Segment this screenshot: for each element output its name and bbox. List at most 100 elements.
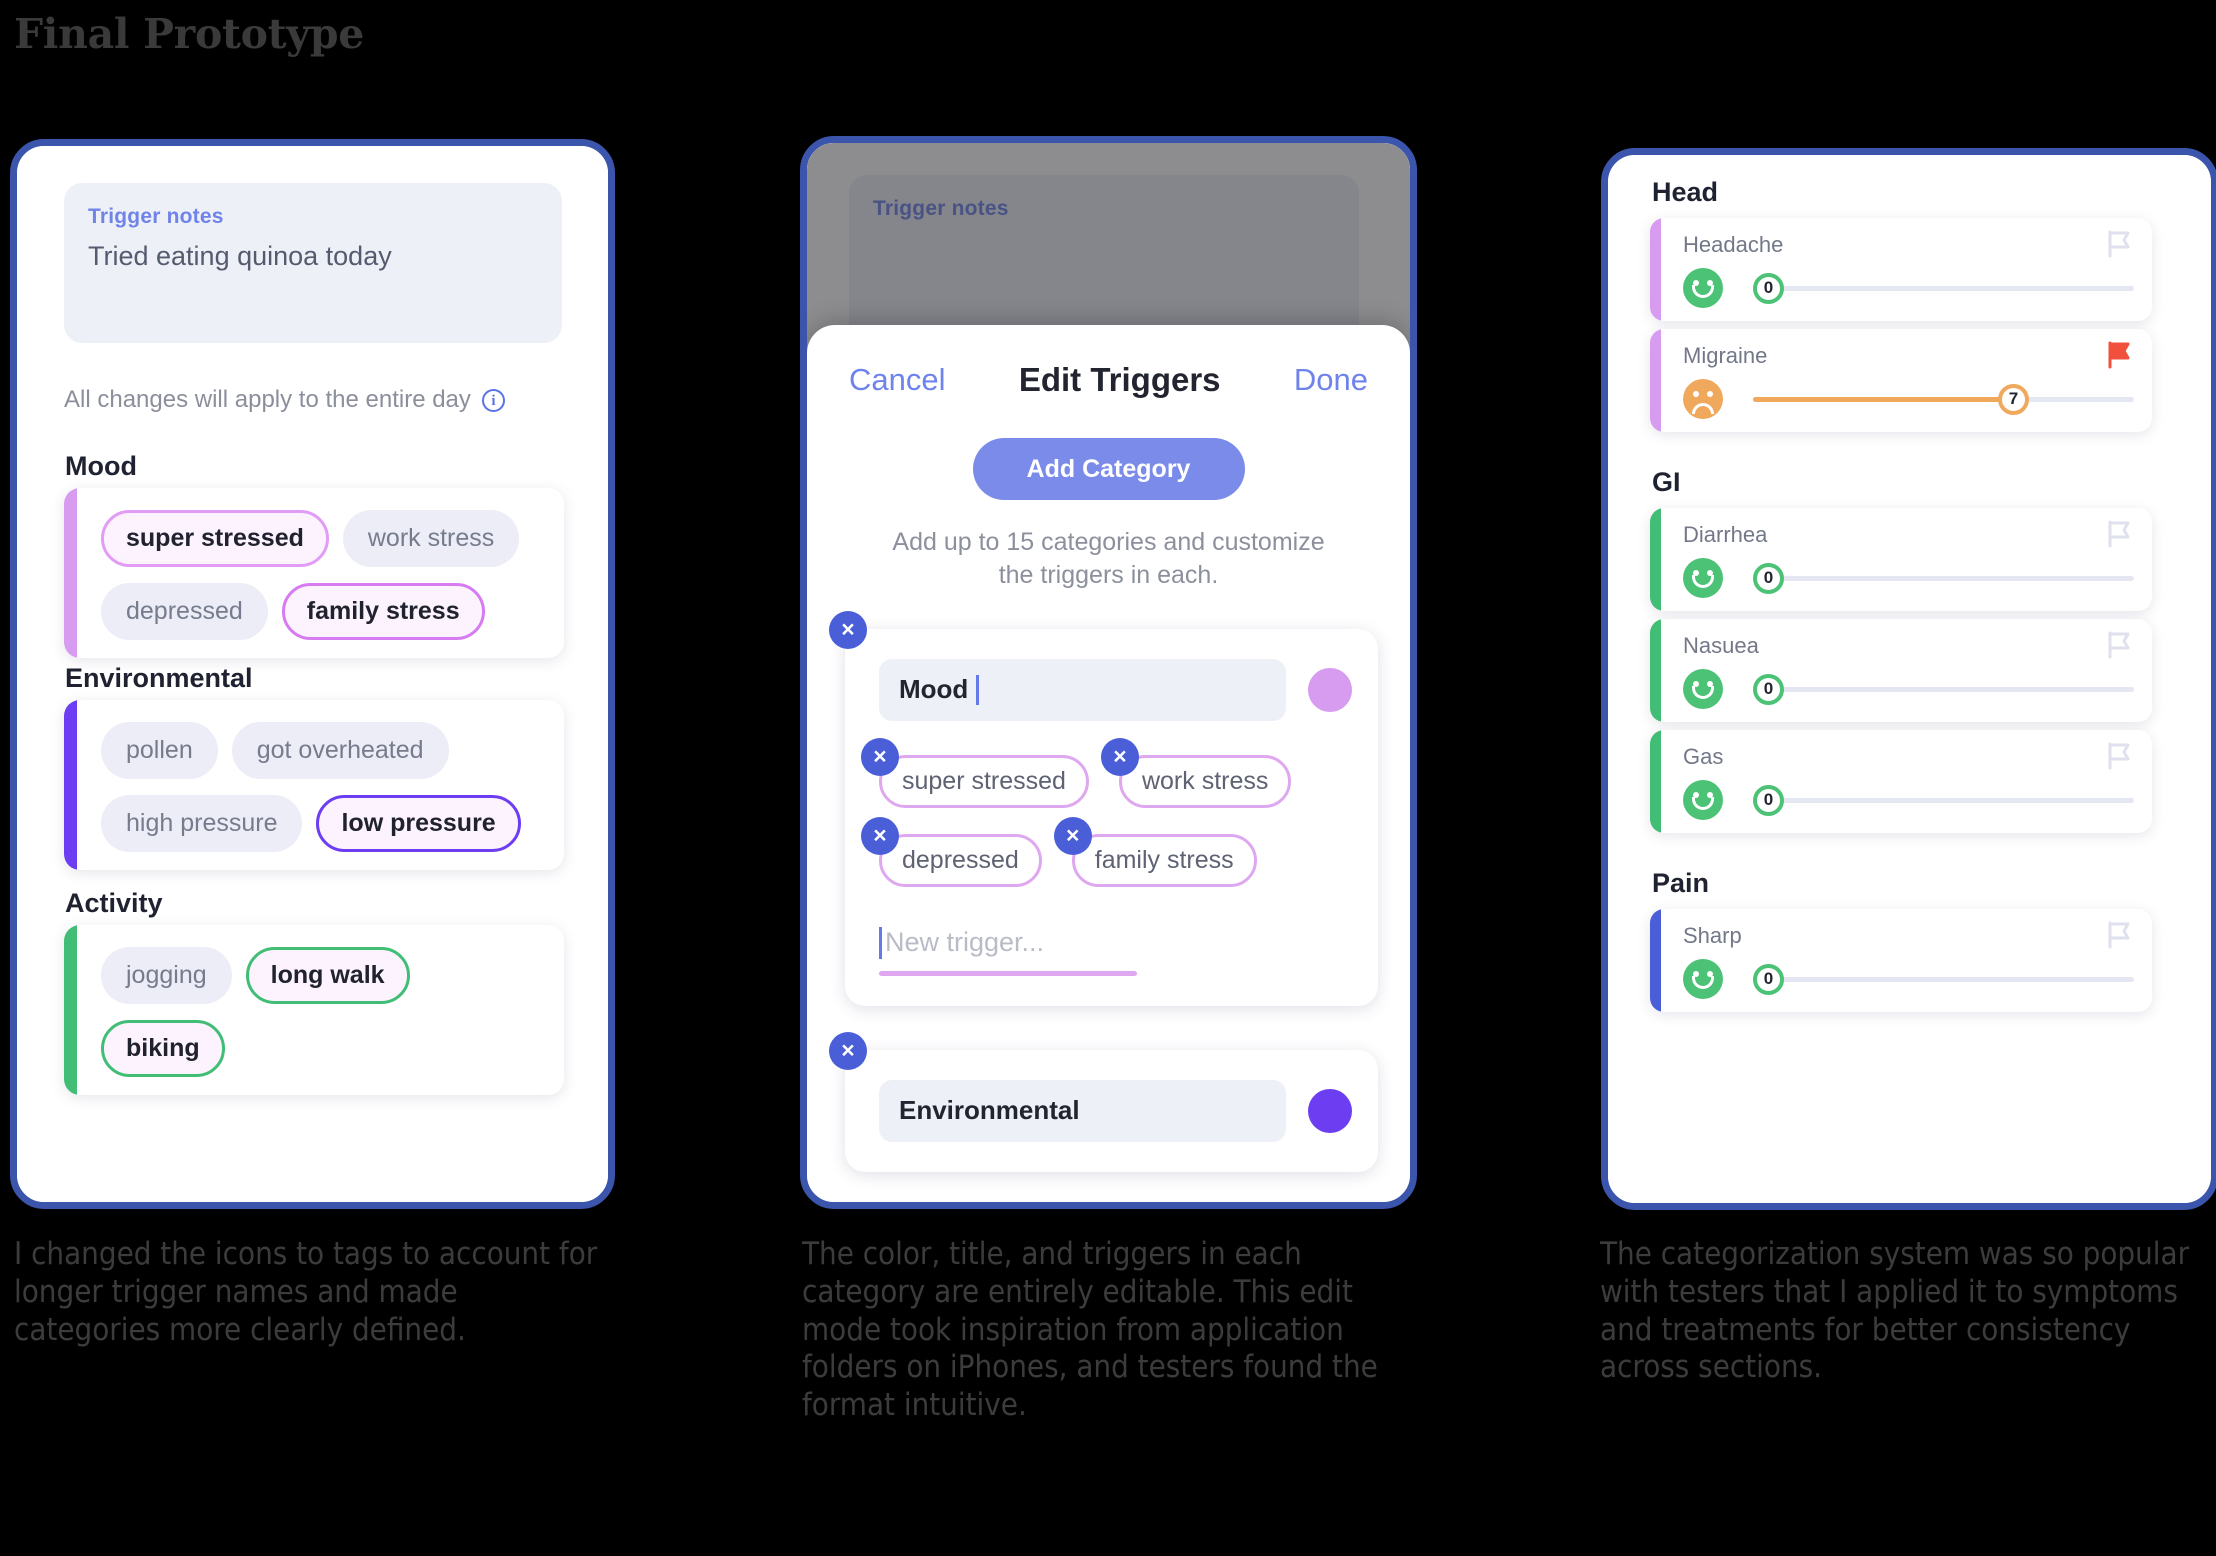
trigger-tag[interactable]: depressed xyxy=(101,583,268,640)
editable-trigger-tag[interactable]: super stressed xyxy=(879,754,1089,808)
editable-trigger-tag[interactable]: work stress xyxy=(1118,754,1292,808)
symptom-body: Diarrhea 0 xyxy=(1661,508,2152,611)
symptom-row[interactable]: Migraine 7 xyxy=(1650,329,2152,432)
slider-fill xyxy=(1753,396,2020,402)
symptom-body: Migraine 7 xyxy=(1661,329,2152,432)
trigger-tag[interactable]: high pressure xyxy=(101,795,303,852)
category-name-input[interactable]: Mood xyxy=(879,658,1286,721)
symptom-row[interactable]: Diarrhea 0 xyxy=(1650,508,2152,611)
category-card: pollen got overheated high pressure low pre… xyxy=(64,700,564,870)
symptom-row[interactable]: Nasuea 0 xyxy=(1650,619,2152,722)
happy-face-icon xyxy=(1683,268,1723,308)
new-trigger-input[interactable]: New trigger... xyxy=(879,926,1137,976)
caption-one: I changed the icons to tags to account f… xyxy=(14,1236,598,1348)
trigger-tag-selected[interactable]: low pressure xyxy=(316,795,521,852)
symptom-section-heading: Pain xyxy=(1652,868,1710,898)
prototype-showcase: Final Prototype Trigger notes Tried eati… xyxy=(0,0,2216,1556)
editable-tag-wrapper: × family stress xyxy=(1053,816,1257,887)
severity-slider[interactable]: 0 xyxy=(1739,673,2134,705)
trigger-tag[interactable]: work stress xyxy=(342,510,520,567)
flag-icon[interactable] xyxy=(2106,520,2132,548)
severity-slider[interactable]: 0 xyxy=(1739,272,2134,304)
category-name-row: Mood xyxy=(879,658,1352,721)
symptom-name: Migraine xyxy=(1683,343,1768,368)
slider-thumb[interactable]: 0 xyxy=(1753,562,1784,594)
apply-all-day-row: All changes will apply to the entire day… xyxy=(64,386,505,414)
close-icon[interactable]: × xyxy=(861,816,899,855)
symptom-name: Headache xyxy=(1683,232,1784,257)
symptom-body: Sharp 0 xyxy=(1661,909,2152,1012)
symptom-name: Gas xyxy=(1683,744,1724,769)
sad-face-icon xyxy=(1683,379,1723,419)
symptom-row[interactable]: Sharp 0 xyxy=(1650,909,2152,1012)
done-button[interactable]: Done xyxy=(1294,362,1368,398)
slider-track xyxy=(1753,797,2134,803)
category-color-swatch[interactable] xyxy=(1308,667,1352,712)
symptom-body: Nasuea 0 xyxy=(1661,619,2152,722)
category-color-swatch[interactable] xyxy=(1308,1088,1352,1133)
severity-slider[interactable]: 0 xyxy=(1739,963,2134,995)
severity-slider[interactable]: 7 xyxy=(1739,383,2134,415)
trigger-tag[interactable]: pollen xyxy=(101,722,218,779)
happy-face-icon xyxy=(1683,558,1723,598)
flag-icon[interactable] xyxy=(2106,341,2132,369)
slider-thumb[interactable]: 7 xyxy=(1998,383,2029,415)
category-name-row: Environmental xyxy=(879,1079,1352,1142)
slider-thumb[interactable]: 0 xyxy=(1753,272,1784,304)
close-icon[interactable]: × xyxy=(861,737,899,776)
trigger-tag-selected[interactable]: super stressed xyxy=(101,510,329,567)
category-heading: Activity xyxy=(65,888,163,918)
editable-trigger-tag[interactable]: family stress xyxy=(1071,833,1257,887)
close-icon[interactable]: × xyxy=(829,1031,867,1070)
trigger-tag[interactable]: got overheated xyxy=(231,722,449,779)
flag-icon[interactable] xyxy=(2106,631,2132,659)
symptom-row[interactable]: Gas 0 xyxy=(1650,730,2152,833)
info-icon[interactable]: i xyxy=(481,388,505,412)
symptom-name: Sharp xyxy=(1683,923,1742,948)
screen-trigger-list: Trigger notes Tried eating quinoa today … xyxy=(17,146,608,1202)
modal-title: Edit Triggers xyxy=(1018,361,1221,398)
category-name-input[interactable]: Environmental xyxy=(879,1079,1286,1142)
new-trigger-underline xyxy=(879,970,1137,976)
trigger-tag[interactable]: jogging xyxy=(101,947,232,1004)
symptom-section-heading: Head xyxy=(1652,177,1719,207)
symptom-name: Nasuea xyxy=(1683,633,1759,658)
editable-trigger-tag[interactable]: depressed xyxy=(879,833,1042,887)
slider-thumb[interactable]: 0 xyxy=(1753,784,1784,816)
add-category-button[interactable]: Add Category xyxy=(972,438,1245,500)
trigger-notes-card[interactable]: Trigger notes Tried eating quinoa today xyxy=(64,183,562,343)
slider-thumb[interactable]: 0 xyxy=(1753,673,1784,705)
close-icon[interactable]: × xyxy=(1100,737,1139,776)
happy-face-icon xyxy=(1683,959,1723,999)
editable-tag-wrapper: × work stress xyxy=(1100,737,1292,808)
close-icon[interactable]: × xyxy=(829,610,867,649)
trigger-tag-selected[interactable]: biking xyxy=(101,1020,225,1077)
category-card: super stressed work stress depressed family… xyxy=(64,488,564,658)
slider-thumb[interactable]: 0 xyxy=(1753,963,1784,995)
category-accent-bar xyxy=(64,488,77,658)
phone-frame-3: Head Headache 0 Migraine 7 GI Diarrhea 0 Nasuea 0… xyxy=(1601,148,2216,1210)
symptom-body: Gas 0 xyxy=(1661,730,2152,833)
happy-face-icon xyxy=(1683,669,1723,709)
symptom-row[interactable]: Headache 0 xyxy=(1650,218,2152,321)
category-card: jogging long walk biking xyxy=(64,925,564,1095)
category-accent-bar xyxy=(64,925,77,1095)
symptom-accent-bar xyxy=(1650,619,1661,722)
caption-two: The color, title, and triggers in each c… xyxy=(802,1236,1378,1424)
editable-tag-wrapper: × super stressed xyxy=(861,737,1089,808)
text-cursor xyxy=(879,926,882,959)
caption-three: The categorization system was so popular… xyxy=(1600,1236,2190,1386)
trigger-tag-selected[interactable]: family stress xyxy=(281,583,485,640)
severity-slider[interactable]: 0 xyxy=(1739,784,2134,816)
category-heading: Environmental xyxy=(65,663,253,693)
new-trigger-placeholder: New trigger... xyxy=(885,927,1045,957)
text-cursor xyxy=(976,674,980,705)
cancel-button[interactable]: Cancel xyxy=(849,362,946,398)
flag-icon[interactable] xyxy=(2106,742,2132,770)
flag-icon[interactable] xyxy=(2106,230,2132,258)
close-icon[interactable]: × xyxy=(1053,816,1092,855)
symptom-accent-bar xyxy=(1650,508,1661,611)
severity-slider[interactable]: 0 xyxy=(1739,562,2134,594)
flag-icon[interactable] xyxy=(2106,921,2132,949)
trigger-tag-selected[interactable]: long walk xyxy=(245,947,410,1004)
